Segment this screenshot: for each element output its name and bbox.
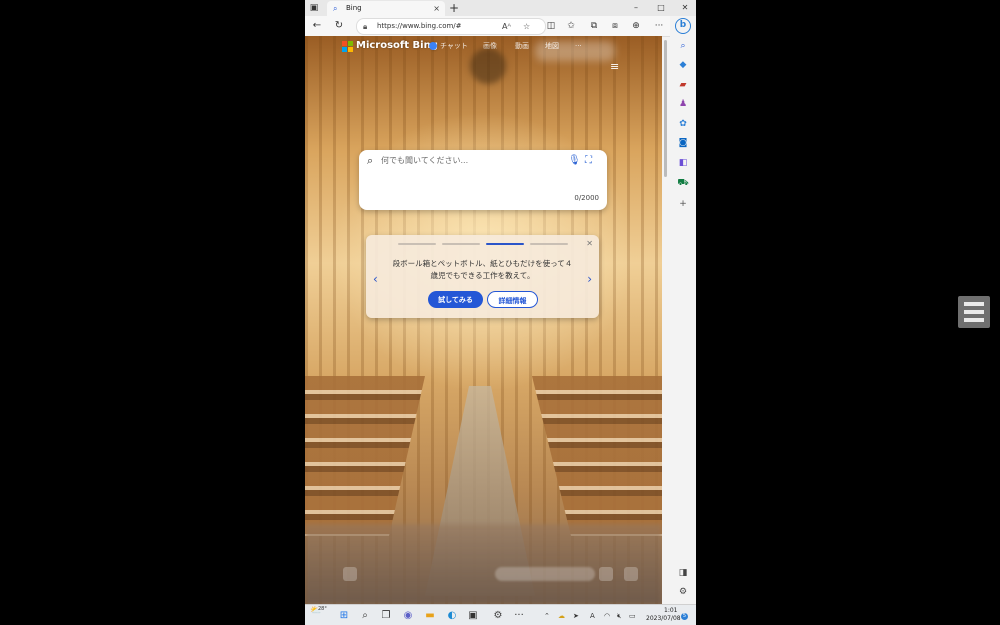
refresh-button[interactable]: ↻: [333, 19, 345, 33]
search-icon[interactable]: ⌕: [358, 609, 372, 623]
new-tab-button[interactable]: +: [449, 1, 459, 15]
favorites-icon[interactable]: ✩: [565, 19, 577, 33]
battery-icon[interactable]: ▭: [629, 611, 636, 621]
add-icon[interactable]: +: [677, 198, 689, 210]
maximize-button[interactable]: □: [655, 2, 667, 13]
more-menu-icon[interactable]: ···: [653, 19, 665, 33]
file-explorer-icon[interactable]: ▬: [423, 609, 437, 623]
progress-step-active: [486, 243, 524, 245]
tab-actions-icon[interactable]: ▣: [309, 3, 319, 13]
clock-time[interactable]: 1:01: [664, 607, 677, 615]
extensions-icon[interactable]: ⧈: [609, 19, 621, 33]
ime-icon[interactable]: A: [590, 611, 595, 621]
background-floor: [305, 524, 662, 604]
lock-icon[interactable]: 🔒︎: [363, 20, 367, 33]
microsoft-365-icon[interactable]: ✿: [677, 118, 689, 130]
clock-date[interactable]: 2023/07/08: [646, 615, 681, 623]
browser-toolbar: ← ↻ 🔒︎ https://www.bing.com/# Aᴬ ☆ ◫ ✩ ⧉…: [305, 16, 696, 37]
address-url[interactable]: https://www.bing.com/#: [377, 20, 462, 33]
microphone-icon[interactable]: 🎙︎: [568, 154, 581, 168]
chat-suggestion-card: ✕ ‹ › 段ボール箱とペットボトル、紙とひもだけを使って４歳児でもできる工作を…: [366, 235, 599, 318]
edge-icon[interactable]: ◐: [445, 609, 459, 623]
bottom-image-prev-icon[interactable]: [599, 567, 613, 581]
collections-icon[interactable]: ⧉: [588, 19, 600, 33]
close-icon[interactable]: ✕: [586, 239, 593, 249]
chevron-left-icon[interactable]: ‹: [373, 272, 378, 286]
windows-taskbar: ⛅ 28° ⊞ ⌕ ❐ ◉ ▬ ◐ ▣ ⚙ ··· ⌃ ☁ ➤ A ◠ 🔇︎ ▭…: [305, 604, 696, 625]
shopping-tag-icon[interactable]: ◆: [677, 59, 689, 71]
header-rewards-blur: [535, 41, 615, 61]
store-icon[interactable]: ▣: [466, 609, 480, 623]
chat-teams-icon[interactable]: ◉: [401, 609, 415, 623]
nav-videos[interactable]: 動画: [515, 41, 529, 52]
progress-step: [442, 243, 480, 245]
minimize-button[interactable]: –: [630, 2, 642, 13]
wifi-icon[interactable]: ◠: [604, 611, 610, 621]
notification-badge[interactable]: 5: [681, 613, 688, 620]
try-it-button[interactable]: 試してみる: [428, 291, 483, 308]
close-window-button[interactable]: ✕: [679, 2, 691, 13]
char-count: 0/2000: [574, 194, 599, 202]
sidebar-layout-icon[interactable]: ◨: [677, 567, 689, 579]
start-icon[interactable]: ⊞: [337, 609, 351, 623]
outlook-icon[interactable]: ◙: [677, 137, 689, 149]
tools-briefcase-icon[interactable]: ▰: [677, 79, 689, 91]
chevron-up-icon[interactable]: ⌃: [544, 611, 550, 621]
search-icon: ⌕: [367, 154, 374, 167]
search-icon: ⌕: [333, 4, 338, 13]
search-input[interactable]: [381, 154, 561, 168]
tray-app-icon[interactable]: ☁: [558, 611, 565, 621]
settings-gear-icon[interactable]: ⚙: [677, 586, 689, 598]
back-button[interactable]: ←: [311, 19, 323, 33]
close-tab-icon[interactable]: ×: [433, 3, 440, 14]
chat-icon[interactable]: [429, 42, 437, 50]
progress-step: [398, 243, 436, 245]
address-bar[interactable]: 🔒︎ https://www.bing.com/# Aᴬ ☆: [356, 18, 546, 35]
chevron-right-icon[interactable]: ›: [587, 272, 592, 286]
nav-chat[interactable]: チャット: [440, 41, 468, 52]
browser-window: ▣ ⌕ Bing × + – □ ✕ ← ↻ 🔒︎ https://www.bi…: [305, 0, 696, 625]
profile-icon[interactable]: ⊕: [630, 19, 642, 33]
games-icon[interactable]: ♟: [677, 98, 689, 110]
bottom-image-next-icon[interactable]: [624, 567, 638, 581]
avatar[interactable]: [470, 48, 506, 84]
read-aloud-icon[interactable]: Aᴬ: [502, 20, 511, 33]
suggestion-text: 段ボール箱とペットボトル、紙とひもだけを使って４歳児でもできる工作を教えて。: [392, 259, 573, 280]
edge-sidebar: b ⌕ ◆ ▰ ♟ ✿ ◙ ◧ ⛟ + ◨ ⚙: [670, 16, 696, 604]
page-scrollbar[interactable]: [664, 40, 667, 177]
copilot-bing-icon[interactable]: b: [675, 18, 691, 34]
more-apps-icon[interactable]: ···: [512, 609, 526, 623]
designer-icon[interactable]: ◧: [677, 157, 689, 169]
task-view-icon[interactable]: ❐: [379, 609, 393, 623]
weather-temp[interactable]: 28°: [318, 606, 327, 613]
learn-more-button[interactable]: 詳細情報: [487, 291, 538, 308]
location-icon[interactable]: ➤: [573, 611, 579, 621]
drop-icon[interactable]: ⛟: [677, 177, 689, 189]
progress-step: [530, 243, 568, 245]
background-pews-right: [532, 376, 662, 536]
search-box[interactable]: ⌕ 🎙︎ ⛶ 0/2000: [359, 150, 607, 210]
tab-bing[interactable]: ⌕ Bing ×: [327, 1, 445, 16]
image-info-pill[interactable]: [495, 567, 595, 581]
settings-gear-icon[interactable]: ⚙: [491, 609, 505, 623]
bing-homepage: Microsoft Bing チャット 画像 動画 地図 ··· ≡ ⌕ 🎙︎ …: [305, 36, 662, 604]
favorite-star-icon[interactable]: ☆: [523, 20, 530, 33]
floating-menu-icon[interactable]: [958, 296, 990, 328]
microsoft-logo-icon[interactable]: [342, 41, 353, 52]
tab-bar: ▣ ⌕ Bing × + – □ ✕: [305, 0, 696, 16]
background-pews-left: [305, 376, 425, 536]
bottom-left-icon[interactable]: [343, 567, 357, 581]
bing-brand[interactable]: Microsoft Bing: [356, 39, 438, 53]
tab-title: Bing: [346, 4, 362, 12]
search-icon[interactable]: ⌕: [677, 40, 689, 52]
hamburger-menu-icon[interactable]: ≡: [610, 61, 619, 73]
volume-icon[interactable]: 🔇︎: [617, 611, 621, 621]
split-screen-icon[interactable]: ◫: [545, 19, 557, 33]
visual-search-icon[interactable]: ⛶: [585, 154, 592, 168]
